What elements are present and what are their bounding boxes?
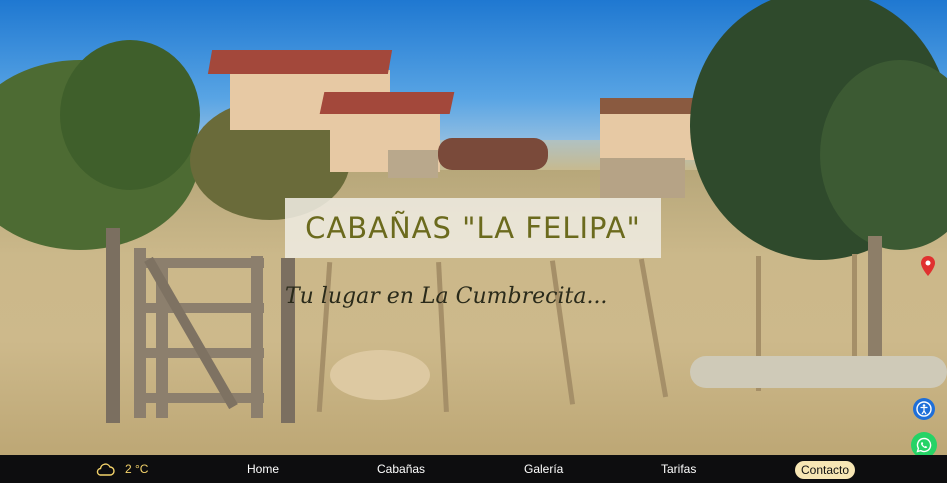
wooden-gate <box>106 228 296 423</box>
stone-wall <box>388 150 438 178</box>
weather-widget: 2 °C <box>95 455 148 483</box>
nav-galeria[interactable]: Galería <box>524 455 563 483</box>
nav-contacto[interactable]: Contacto <box>795 461 856 479</box>
house-left-lower-roof <box>319 92 455 114</box>
nav-tarifas[interactable]: Tarifas <box>661 455 696 483</box>
page-title: CABAÑAS "LA FELIPA" <box>305 211 641 245</box>
tree-left-2 <box>60 40 200 190</box>
temperature: 2 °C <box>125 462 149 476</box>
page-subtitle: Tu lugar en La Cumbrecita... <box>285 284 608 309</box>
accessibility-icon <box>916 401 932 417</box>
hedge <box>438 138 548 170</box>
bottom-navbar: 2 °C Home Cabañas Galería Tarifas Contac… <box>0 455 947 483</box>
nav-cabanas[interactable]: Cabañas <box>377 455 425 483</box>
whatsapp-button[interactable] <box>911 432 937 455</box>
map-pin-icon[interactable] <box>921 256 935 276</box>
cloud-icon <box>96 463 115 476</box>
hero-banner: CABAÑAS "LA FELIPA" Tu lugar en La Cumbr… <box>0 0 947 455</box>
log <box>690 356 947 388</box>
title-box: CABAÑAS "LA FELIPA" <box>285 198 661 258</box>
house-left-roof <box>207 50 393 74</box>
nav-home[interactable]: Home <box>247 455 279 483</box>
stone-wall-right <box>600 158 685 198</box>
accessibility-button[interactable] <box>913 398 935 420</box>
whatsapp-icon <box>916 437 932 453</box>
dirt-path <box>330 350 430 400</box>
